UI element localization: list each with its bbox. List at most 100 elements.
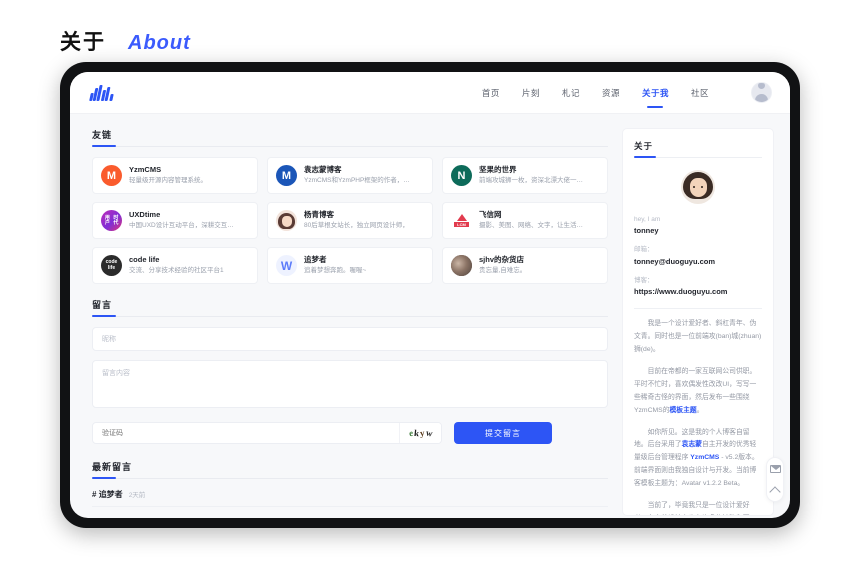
friend-name: 追梦者 [304,255,327,265]
message-username: 追梦者 [98,490,123,499]
friend-name: sjhv的杂货店 [479,255,525,265]
bio-paragraph: 如你所见。这是我的个人博客自留地。后台采用了袁志蒙自主开发的优秀轻量级后台管理程… [634,427,762,492]
friend-text: sjhv的杂货店 贵忘量,自难忘。 [479,255,599,276]
captcha-char: k [413,427,420,439]
friend-link-card[interactable]: M 袁志蒙博客 YzmCMS和YzmPHP框架的作者，… [267,157,433,194]
friend-text: 追梦者 追着梦想奔跑。喔喔~ [304,255,424,276]
friend-name: 袁志蒙博客 [304,165,342,175]
captcha-image[interactable]: e k y w [399,423,441,443]
friend-text: code life 交流、分享技术经验的社区平台1 [129,255,249,276]
friends-title-underline [92,145,608,147]
latest-messages-section: 最新留言 # 追梦者 2天前 [92,460,608,507]
message-author: # 追梦者 [92,489,123,500]
about-card-title: 关于 [634,141,654,151]
friend-text: 坚果的世界 前端攻城狮一枚，资深北漂大佬一… [479,165,599,186]
nav-item-notes[interactable]: 札记 [562,72,580,113]
captcha-input[interactable] [93,423,399,443]
nav-avatar[interactable] [751,82,772,103]
friend-name: 坚果的世界 [479,165,517,175]
message-form-title: 留言 [92,300,113,310]
friend-desc: 摄影、美图、网络、文字，让生活… [479,222,583,230]
message-form: 留言 e k y w [92,298,608,444]
avatar-eye-right [701,186,703,188]
latest-message-item[interactable]: # 追梦者 2天前 [92,489,608,506]
friend-name: YzmCMS [129,165,162,175]
friend-desc: 贵忘量,自难忘。 [479,267,527,275]
feixin-label: LCM [454,222,469,227]
friend-links-grid: M YzmCMS 轻量级开源内容管理系统。 M 袁志蒙博客 YzmCMS和Yzm… [92,157,608,284]
friend-text: UXDtime 中国UXD设计互动平台，深耕交互… [129,210,249,231]
bio-paragraph: 我是一个设计爱好者、斜杠青年、伪文青。同时也是一位前端攻(ban)城(zhuan… [634,318,762,357]
message-time: 2天前 [128,492,146,499]
avatar-photo [451,255,472,276]
friend-desc: 追着梦想奔跑。喔喔~ [304,267,367,275]
friend-link-card[interactable]: LCM 飞信网 摄影、美图、网络、文字，让生活… [442,202,608,239]
nav-item-community[interactable]: 社区 [691,72,709,113]
nav-item-resources[interactable]: 资源 [602,72,620,113]
envelope-glyph [769,465,781,473]
bio-link[interactable]: 模板主题 [670,407,697,414]
friend-icon-yzmcms: M [101,165,122,186]
feixin-mark [456,214,467,221]
browser-screen: 首页 片刻 札记 资源 关于我 社区 友链 M YzmCMS 轻量级开源内容管理… [70,72,790,518]
captcha-field-group: e k y w [92,422,442,444]
about-bio: 我是一个设计爱好者、斜杠青年、伪文青。同时也是一位前端攻(ban)城(zhuan… [634,318,762,515]
friend-icon-nut: N [451,165,472,186]
chevron-up-icon[interactable] [768,484,782,498]
friends-section-title: 友链 [92,130,113,140]
envelope-icon[interactable] [768,463,782,475]
nickname-input[interactable] [92,327,608,351]
friend-icon-yuanzhimeng: M [276,165,297,186]
profile-greeting: hey, I am [634,216,661,223]
message-hash: # [92,490,97,499]
avatar-face [281,216,292,227]
latest-messages-title: 最新留言 [92,462,133,472]
friend-desc: 80后草根女站长，独立网页设计师， [304,222,409,230]
friend-link-card[interactable]: N 坚果的世界 前端攻城狮一枚，资深北漂大佬一… [442,157,608,194]
nav-item-home[interactable]: 首页 [482,72,500,113]
profile-blog-block: 博客： https://www.duoguyu.com [634,276,762,298]
friend-link-card[interactable]: code life code life 交流、分享技术经验的社区平台1 [92,247,258,284]
about-card-underline [634,156,762,158]
avatar-glyph [752,83,771,102]
bio-link[interactable]: YzmCMS [690,454,719,461]
friend-link-card[interactable]: 用户 时代 UXDtime 中国UXD设计互动平台，深耕交互… [92,202,258,239]
nav-item-about[interactable]: 关于我 [642,72,669,113]
bio-link[interactable]: 袁志蒙 [682,441,702,448]
floating-action-bar [766,457,784,502]
friend-link-card[interactable]: W 追梦者 追着梦想奔跑。喔喔~ [267,247,433,284]
captcha-char: w [424,427,433,439]
message-textarea[interactable] [92,360,608,408]
friend-text: 飞信网 摄影、美图、网络、文字，让生活… [479,210,599,231]
nav-item-moments[interactable]: 片刻 [522,72,540,113]
friend-link-card[interactable]: M YzmCMS 轻量级开源内容管理系统。 [92,157,258,194]
friend-name: UXDtime [129,210,161,220]
page-content: 友链 M YzmCMS 轻量级开源内容管理系统。 M 袁志蒙博客 YzmCMS和… [70,114,790,518]
friend-name: 杨青博客 [304,210,334,220]
site-logo-icon[interactable] [88,84,114,101]
bio-text: 当前了，毕竟我只是一位设计爱好者。在审美设计上也有许多的缺陷和不足。如果你有一些… [634,502,750,515]
friend-desc: 中国UXD设计互动平台，深耕交互… [129,222,234,230]
friend-icon-codelife: code life [101,255,122,276]
top-navbar: 首页 片刻 札记 资源 关于我 社区 [70,72,790,114]
profile-blog-value[interactable]: https://www.duoguyu.com [634,286,762,298]
friend-name: 飞信网 [479,210,502,220]
latest-message-divider [92,506,608,507]
friend-text: 袁志蒙博客 YzmCMS和YzmPHP框架的作者，… [304,165,424,186]
avatar-body [755,94,768,102]
profile-avatar [681,170,715,204]
device-frame: 首页 片刻 札记 资源 关于我 社区 友链 M YzmCMS 轻量级开源内容管理… [60,62,800,528]
message-form-underline [92,315,608,317]
friend-desc: 交流、分享技术经验的社区平台1 [129,267,224,275]
profile-email-value[interactable]: tonney@duoguyu.com [634,256,762,268]
profile-email-block: 邮箱： tonney@duoguyu.com [634,245,762,267]
avatar-eye-left [693,186,695,188]
page-title-en: About [128,32,191,54]
friend-desc: 前端攻城狮一枚，资深北漂大佬一… [479,177,583,185]
friend-text: 杨青博客 80后草根女站长，独立网页设计师， [304,210,424,231]
submit-message-button[interactable]: 提交留言 [454,422,552,444]
friend-desc: YzmCMS和YzmPHP框架的作者，… [304,177,410,185]
latest-messages-underline [92,477,608,479]
friend-link-card[interactable]: 杨青博客 80后草根女站长，独立网页设计师， [267,202,433,239]
friend-link-card[interactable]: sjhv的杂货店 贵忘量,自难忘。 [442,247,608,284]
